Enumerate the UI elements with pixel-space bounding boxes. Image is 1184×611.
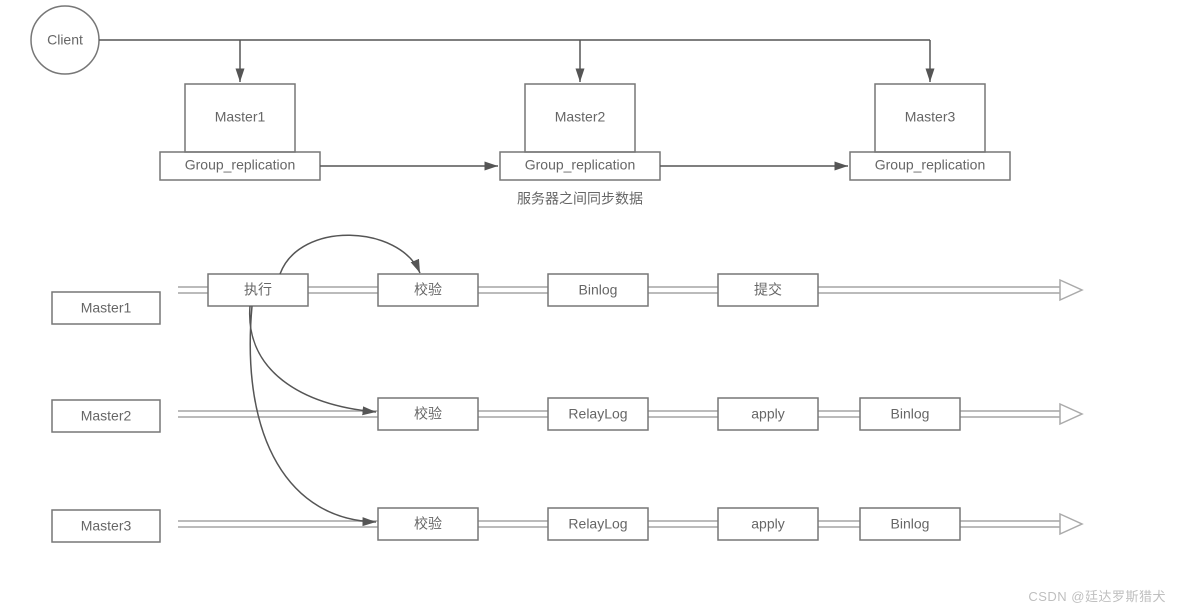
watermark: CSDN @廷达罗斯猎犬 [1028, 586, 1166, 605]
lane3-step-3: Binlog [891, 516, 930, 532]
curve-exec-to-lane2 [250, 306, 376, 412]
master2-label: Master2 [555, 109, 606, 125]
master2-node: Master2 Group_replication [500, 84, 660, 180]
master2-plugin: Group_replication [525, 157, 636, 173]
client-label: Client [47, 32, 83, 48]
lane3-step-1: RelayLog [568, 516, 627, 532]
sync-caption: 服务器之间同步数据 [517, 191, 643, 207]
master1-node: Master1 Group_replication [160, 84, 320, 180]
lane1-step-0: 执行 [244, 282, 272, 298]
master1-plugin: Group_replication [185, 157, 296, 173]
lane-master3: Master3 校验 RelayLog apply Binlog [52, 508, 1082, 542]
curve-exec-to-verify [280, 235, 420, 274]
lane2-step-3: Binlog [891, 406, 930, 422]
lane1-label: Master1 [81, 300, 132, 316]
lane-master1: Master1 执行 校验 Binlog 提交 [52, 274, 1082, 324]
lane2-step-2: apply [751, 406, 784, 422]
client-node: Client [31, 6, 99, 74]
curve-exec-to-lane3 [250, 306, 376, 522]
lane1-step-2: Binlog [579, 282, 618, 298]
lane2-step-0: 校验 [414, 406, 442, 422]
lane3-step-0: 校验 [414, 516, 442, 532]
lane1-step-1: 校验 [414, 282, 442, 298]
master1-label: Master1 [215, 109, 266, 125]
lane2-step-1: RelayLog [568, 406, 627, 422]
master3-plugin: Group_replication [875, 157, 986, 173]
diagram-svg: Client Master1 Group_replication Master2… [0, 0, 1184, 611]
lane1-step-3: 提交 [754, 282, 782, 298]
lane-master2: Master2 校验 RelayLog apply Binlog [52, 398, 1082, 432]
lane3-label: Master3 [81, 518, 132, 534]
master3-label: Master3 [905, 109, 956, 125]
lane3-step-2: apply [751, 516, 784, 532]
lane2-label: Master2 [81, 408, 132, 424]
master3-node: Master3 Group_replication [850, 84, 1010, 180]
